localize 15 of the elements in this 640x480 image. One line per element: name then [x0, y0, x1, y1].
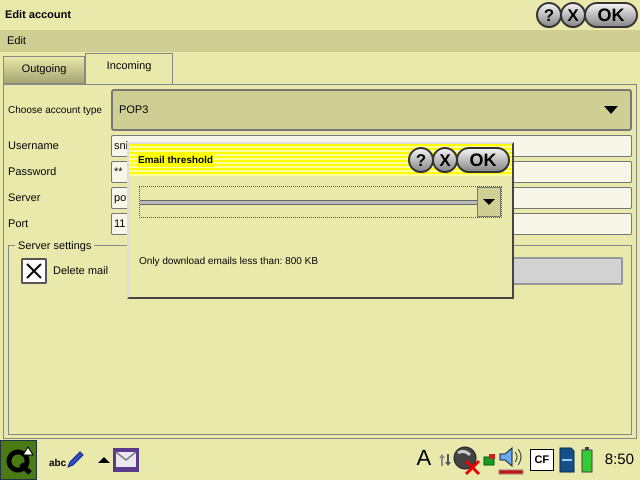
field-label: Password: [7, 164, 58, 180]
field-label: Choose account type: [7, 104, 103, 118]
clock: 8:50: [604, 450, 634, 470]
field-label: Server: [7, 190, 42, 206]
font-icon-label: A: [416, 447, 432, 469]
card-label: CF: [534, 454, 550, 466]
input-method-label: abc: [49, 459, 66, 469]
window-title: Edit account: [5, 8, 72, 23]
field-label: Username: [7, 138, 60, 154]
field-label: Port: [7, 216, 30, 232]
checkbox-label: Delete mail: [53, 264, 108, 279]
dropdown-value: POP3: [119, 102, 148, 118]
threshold-message: Only download emails less than: 800 KB: [139, 255, 319, 269]
group-title: Server settings: [15, 238, 94, 254]
dialog-title: Email threshold: [137, 154, 214, 166]
